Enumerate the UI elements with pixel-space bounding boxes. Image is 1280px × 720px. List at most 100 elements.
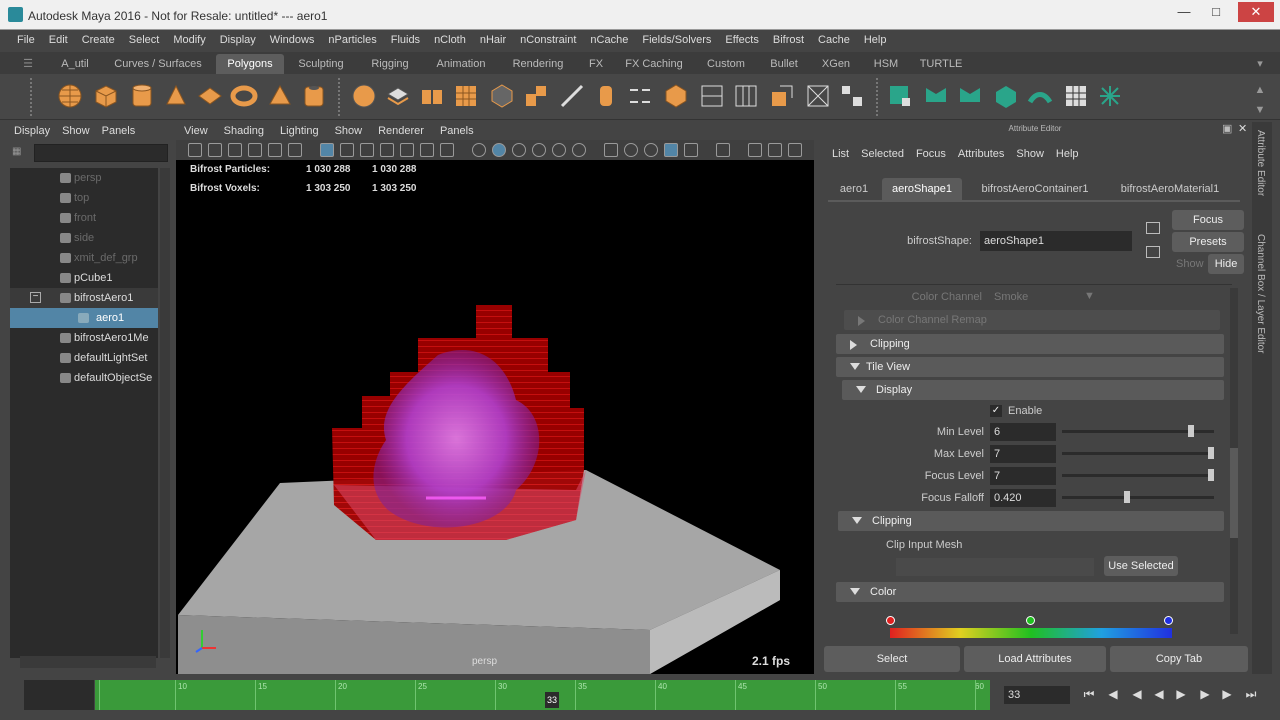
poly-plane-icon[interactable] <box>196 82 224 110</box>
menu-bifrost[interactable]: Bifrost <box>766 30 811 51</box>
shelf-tab-animation[interactable]: Animation <box>426 54 496 74</box>
bifrost-liquid-icon[interactable] <box>886 82 914 110</box>
copy-tab-button[interactable]: Copy Tab <box>1110 646 1248 672</box>
max-level-slider[interactable] <box>1062 447 1214 459</box>
ae-tab-aero1[interactable]: aero1 <box>832 178 876 200</box>
menu-edit[interactable]: Edit <box>42 30 75 51</box>
gate-mask-icon[interactable] <box>380 143 394 157</box>
outliner-item-side[interactable]: side <box>10 228 158 248</box>
color-ramp[interactable] <box>890 628 1172 638</box>
ae-menu-show[interactable]: Show <box>1010 144 1050 164</box>
slider-handle[interactable] <box>1124 491 1130 503</box>
bifrost-aero-icon[interactable] <box>992 82 1020 110</box>
poly-cone-icon[interactable] <box>162 82 190 110</box>
outliner-item-pcube1[interactable]: pCube1 <box>10 268 158 288</box>
ae-vertical-scrollbar[interactable] <box>1230 288 1238 634</box>
viewport-menu-shading[interactable]: Shading <box>216 122 272 140</box>
outliner-item-xmit-def-grp[interactable]: xmit_def_grp <box>10 248 158 268</box>
step-back-key-icon[interactable]: ◀ <box>1106 687 1120 701</box>
outliner-horizontal-scrollbar[interactable] <box>20 656 156 668</box>
bifrost-collider-icon[interactable] <box>956 82 984 110</box>
menu-display[interactable]: Display <box>213 30 263 51</box>
maximize-button[interactable]: □ <box>1202 2 1230 22</box>
close-panel-icon[interactable]: ✕ <box>1238 122 1250 135</box>
resolution-gate-icon[interactable] <box>360 143 374 157</box>
perspective-viewport[interactable]: Bifrost Particles: 1 030 288 1 030 288 B… <box>176 160 814 674</box>
outliner-item-bifrostaero1mesh[interactable]: bifrostAero1Me <box>10 328 158 348</box>
current-frame-marker[interactable]: 33 <box>545 692 559 708</box>
slider-handle[interactable] <box>1208 447 1214 459</box>
separate-icon[interactable] <box>384 82 412 110</box>
viewport-menu-panels[interactable]: Panels <box>432 122 482 140</box>
viewport-menu-renderer[interactable]: Renderer <box>370 122 432 140</box>
outliner-item-bifrostaero1[interactable]: − bifrostAero1 <box>10 288 158 308</box>
range-start-field[interactable] <box>24 680 94 710</box>
xray-active-icon[interactable] <box>768 143 782 157</box>
image-plane-icon[interactable] <box>248 143 262 157</box>
viewport-menu-lighting[interactable]: Lighting <box>272 122 327 140</box>
shelf-tab-a-util[interactable]: A_util <box>52 54 98 74</box>
bifrost-foam-icon[interactable] <box>1026 82 1054 110</box>
section-color[interactable]: Color <box>836 582 1224 602</box>
menu-nconstraint[interactable]: nConstraint <box>513 30 583 51</box>
ae-tab-bifrostaerocontainer1[interactable]: bifrostAeroContainer1 <box>970 178 1100 200</box>
select-button[interactable]: Select <box>824 646 960 672</box>
shelf-tab-fx[interactable]: FX <box>580 54 612 74</box>
viewport-menu-show[interactable]: Show <box>327 122 371 140</box>
select-camera-icon[interactable] <box>188 143 202 157</box>
go-to-output-icon[interactable] <box>1146 246 1160 258</box>
shelf-tab-xgen[interactable]: XGen <box>814 54 858 74</box>
grease-pencil-icon[interactable] <box>288 143 302 157</box>
shelf-tab-turtle[interactable]: TURTLE <box>914 54 968 74</box>
menu-nparticles[interactable]: nParticles <box>321 30 383 51</box>
shelf-tabs-scroll-icon[interactable]: ▾ <box>1252 54 1268 74</box>
smooth-icon[interactable] <box>452 82 480 110</box>
poly-prism-icon[interactable] <box>266 82 294 110</box>
collapse-icon[interactable]: − <box>30 292 41 303</box>
menu-fields-solvers[interactable]: Fields/Solvers <box>635 30 718 51</box>
extrude-icon[interactable] <box>522 82 550 110</box>
viewport-menu-view[interactable]: View <box>176 122 216 140</box>
poly-cylinder-icon[interactable] <box>128 82 156 110</box>
hide-button[interactable]: Hide <box>1208 254 1244 274</box>
outliner-item-persp[interactable]: persp <box>10 168 158 188</box>
hud-toggle-icon[interactable] <box>788 143 802 157</box>
menu-nhair[interactable]: nHair <box>473 30 513 51</box>
menu-fluids[interactable]: Fluids <box>384 30 427 51</box>
current-frame-field[interactable]: 33 <box>1004 686 1070 704</box>
focus-level-field[interactable]: 7 <box>990 467 1056 485</box>
menu-file[interactable]: File <box>10 30 42 51</box>
average-vertices-icon[interactable] <box>488 82 516 110</box>
menu-ncache[interactable]: nCache <box>583 30 635 51</box>
section-clipping[interactable]: Clipping <box>836 334 1224 354</box>
slider-handle[interactable] <box>1188 425 1194 437</box>
max-level-field[interactable]: 7 <box>990 445 1056 463</box>
go-to-start-icon[interactable]: ⏮ <box>1082 687 1096 701</box>
shelf-tab-curves-surfaces[interactable]: Curves / Surfaces <box>104 54 212 74</box>
min-level-field[interactable]: 6 <box>990 423 1056 441</box>
shelf-tab-rigging[interactable]: Rigging <box>360 54 420 74</box>
bifrost-shape-field[interactable]: aeroShape1 <box>980 231 1132 251</box>
ae-tab-aeroshape1[interactable]: aeroShape1 <box>882 178 962 200</box>
shelf-tab-rendering[interactable]: Rendering <box>502 54 574 74</box>
section-color-channel-remap[interactable]: Color Channel Remap <box>844 310 1220 330</box>
color-channel-dropdown[interactable]: Smoke <box>994 291 1094 303</box>
section-clipping-display[interactable]: Clipping <box>838 511 1224 531</box>
insert-edge-loop-icon[interactable] <box>732 82 760 110</box>
play-forward-icon[interactable]: ▶ <box>1174 687 1188 701</box>
bookmark-icon[interactable] <box>228 143 242 157</box>
safe-action-icon[interactable] <box>420 143 434 157</box>
presets-button[interactable]: Presets <box>1172 232 1244 252</box>
uv-layout-icon[interactable] <box>838 82 866 110</box>
outliner-vertical-scrollbar[interactable] <box>160 168 170 658</box>
shelf-tab-hsm[interactable]: HSM <box>864 54 908 74</box>
close-button[interactable]: ✕ <box>1238 2 1274 22</box>
step-back-frame-icon[interactable]: ◀ <box>1130 687 1144 701</box>
poly-torus-icon[interactable] <box>230 82 258 110</box>
film-gate-icon[interactable] <box>340 143 354 157</box>
focus-falloff-field[interactable]: 0.420 <box>990 489 1056 507</box>
wireframe-icon[interactable] <box>472 143 486 157</box>
shelf-tab-fx-caching[interactable]: FX Caching <box>618 54 690 74</box>
menu-windows[interactable]: Windows <box>263 30 322 51</box>
isolate-select-icon[interactable] <box>716 143 730 157</box>
